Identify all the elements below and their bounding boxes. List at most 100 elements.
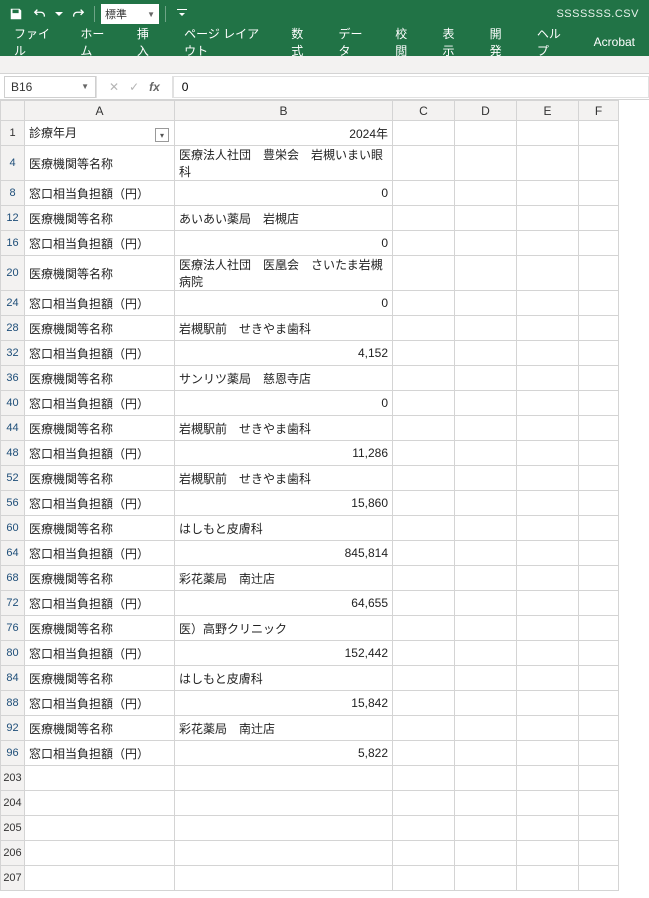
- cell-B205[interactable]: [175, 816, 393, 841]
- cell-B40[interactable]: 0: [175, 391, 393, 416]
- cell-E8[interactable]: [517, 181, 579, 206]
- cell-B28[interactable]: 岩槻駅前 せきやま歯科: [175, 316, 393, 341]
- cell-F80[interactable]: [579, 641, 619, 666]
- cell-F44[interactable]: [579, 416, 619, 441]
- cell-E84[interactable]: [517, 666, 579, 691]
- row-header-96[interactable]: 96: [1, 741, 25, 766]
- cell-A8[interactable]: 窓口相当負担額（円）: [25, 181, 175, 206]
- ribbon-tab-表示[interactable]: 表示: [428, 28, 475, 56]
- cell-D4[interactable]: [455, 146, 517, 181]
- cell-F206[interactable]: [579, 841, 619, 866]
- cell-A68[interactable]: 医療機関等名称: [25, 566, 175, 591]
- cell-F203[interactable]: [579, 766, 619, 791]
- cell-B60[interactable]: はしもと皮膚科: [175, 516, 393, 541]
- row-header-44[interactable]: 44: [1, 416, 25, 441]
- row-header-8[interactable]: 8: [1, 181, 25, 206]
- cell-F20[interactable]: [579, 256, 619, 291]
- cell-E205[interactable]: [517, 816, 579, 841]
- cell-B207[interactable]: [175, 866, 393, 891]
- cell-F84[interactable]: [579, 666, 619, 691]
- cell-F205[interactable]: [579, 816, 619, 841]
- undo-icon[interactable]: [30, 4, 50, 24]
- select-all-corner[interactable]: [1, 101, 25, 121]
- cell-D60[interactable]: [455, 516, 517, 541]
- row-header-12[interactable]: 12: [1, 206, 25, 231]
- cell-E48[interactable]: [517, 441, 579, 466]
- cell-A56[interactable]: 窓口相当負担額（円）: [25, 491, 175, 516]
- cell-D68[interactable]: [455, 566, 517, 591]
- row-header-36[interactable]: 36: [1, 366, 25, 391]
- cell-A40[interactable]: 窓口相当負担額（円）: [25, 391, 175, 416]
- cell-B32[interactable]: 4,152: [175, 341, 393, 366]
- cell-F36[interactable]: [579, 366, 619, 391]
- cell-F28[interactable]: [579, 316, 619, 341]
- cell-D96[interactable]: [455, 741, 517, 766]
- cell-D28[interactable]: [455, 316, 517, 341]
- row-header-207[interactable]: 207: [1, 866, 25, 891]
- cell-C207[interactable]: [393, 866, 455, 891]
- cell-E24[interactable]: [517, 291, 579, 316]
- cell-D1[interactable]: [455, 121, 517, 146]
- cell-E80[interactable]: [517, 641, 579, 666]
- cell-B1[interactable]: 2024年: [175, 121, 393, 146]
- cell-F32[interactable]: [579, 341, 619, 366]
- row-header-48[interactable]: 48: [1, 441, 25, 466]
- cell-E12[interactable]: [517, 206, 579, 231]
- ribbon-tab-ホーム[interactable]: ホーム: [66, 28, 122, 56]
- cell-D203[interactable]: [455, 766, 517, 791]
- cell-F76[interactable]: [579, 616, 619, 641]
- row-header-205[interactable]: 205: [1, 816, 25, 841]
- cell-A12[interactable]: 医療機関等名称: [25, 206, 175, 231]
- cell-B76[interactable]: 医）高野クリニック: [175, 616, 393, 641]
- cell-A204[interactable]: [25, 791, 175, 816]
- cell-F16[interactable]: [579, 231, 619, 256]
- cell-A84[interactable]: 医療機関等名称: [25, 666, 175, 691]
- cell-F207[interactable]: [579, 866, 619, 891]
- cell-C76[interactable]: [393, 616, 455, 641]
- cell-C40[interactable]: [393, 391, 455, 416]
- cell-C52[interactable]: [393, 466, 455, 491]
- row-header-68[interactable]: 68: [1, 566, 25, 591]
- cell-B52[interactable]: 岩槻駅前 せきやま歯科: [175, 466, 393, 491]
- row-header-76[interactable]: 76: [1, 616, 25, 641]
- cell-F96[interactable]: [579, 741, 619, 766]
- cell-B206[interactable]: [175, 841, 393, 866]
- cell-C72[interactable]: [393, 591, 455, 616]
- ribbon-tab-ページ レイアウト[interactable]: ページ レイアウト: [170, 28, 277, 56]
- cell-A36[interactable]: 医療機関等名称: [25, 366, 175, 391]
- cell-B8[interactable]: 0: [175, 181, 393, 206]
- cell-F88[interactable]: [579, 691, 619, 716]
- cell-F12[interactable]: [579, 206, 619, 231]
- cell-D16[interactable]: [455, 231, 517, 256]
- cell-C28[interactable]: [393, 316, 455, 341]
- cell-D12[interactable]: [455, 206, 517, 231]
- row-header-72[interactable]: 72: [1, 591, 25, 616]
- cell-C1[interactable]: [393, 121, 455, 146]
- cell-D207[interactable]: [455, 866, 517, 891]
- ribbon-tab-開発[interactable]: 開発: [476, 28, 523, 56]
- cell-C203[interactable]: [393, 766, 455, 791]
- cell-D205[interactable]: [455, 816, 517, 841]
- cell-C12[interactable]: [393, 206, 455, 231]
- cell-E203[interactable]: [517, 766, 579, 791]
- row-header-204[interactable]: 204: [1, 791, 25, 816]
- cell-C206[interactable]: [393, 841, 455, 866]
- cell-A88[interactable]: 窓口相当負担額（円）: [25, 691, 175, 716]
- row-header-1[interactable]: 1: [1, 121, 25, 146]
- cell-C48[interactable]: [393, 441, 455, 466]
- cell-A92[interactable]: 医療機関等名称: [25, 716, 175, 741]
- cell-F64[interactable]: [579, 541, 619, 566]
- cell-F204[interactable]: [579, 791, 619, 816]
- cell-A207[interactable]: [25, 866, 175, 891]
- row-header-92[interactable]: 92: [1, 716, 25, 741]
- cell-F8[interactable]: [579, 181, 619, 206]
- cell-E20[interactable]: [517, 256, 579, 291]
- cell-A76[interactable]: 医療機関等名称: [25, 616, 175, 641]
- cell-A32[interactable]: 窓口相当負担額（円）: [25, 341, 175, 366]
- cell-C68[interactable]: [393, 566, 455, 591]
- cell-E64[interactable]: [517, 541, 579, 566]
- cell-B80[interactable]: 152,442: [175, 641, 393, 666]
- column-header-C[interactable]: C: [393, 101, 455, 121]
- cell-A28[interactable]: 医療機関等名称: [25, 316, 175, 341]
- row-header-16[interactable]: 16: [1, 231, 25, 256]
